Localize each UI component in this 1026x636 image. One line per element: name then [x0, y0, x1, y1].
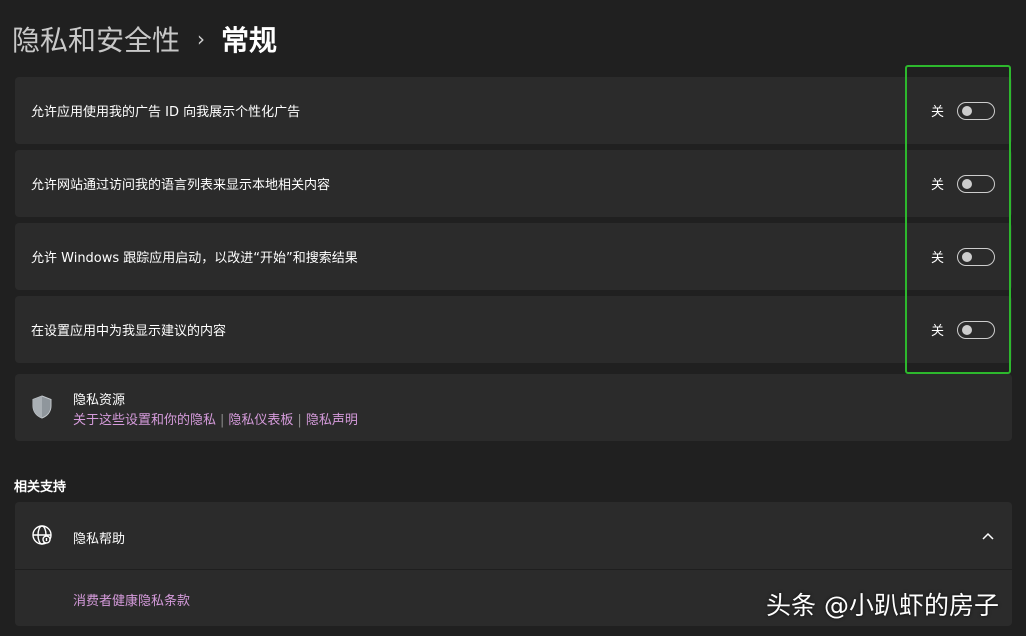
setting-row-suggested-content: 在设置应用中为我显示建议的内容 关	[15, 296, 1012, 363]
shield-icon	[32, 395, 52, 419]
personalized-ads-toggle[interactable]	[957, 101, 995, 120]
link-separator: |	[297, 413, 302, 428]
privacy-resources-title: 隐私资源	[73, 393, 126, 408]
chevron-up-icon[interactable]	[981, 529, 995, 543]
privacy-settings-link[interactable]: 关于这些设置和你的隐私	[73, 413, 216, 428]
consumer-health-privacy-link[interactable]: 消费者健康隐私条款	[73, 590, 190, 609]
toggle-state-label: 关	[931, 178, 945, 193]
toggle-state-label: 关	[931, 324, 945, 339]
privacy-dashboard-link[interactable]: 隐私仪表板	[228, 413, 293, 428]
privacy-resources-card: 隐私资源 关于这些设置和你的隐私 | 隐私仪表板 | 隐私声明	[15, 374, 1012, 441]
toggle-knob	[962, 178, 972, 189]
setting-row-language-list: 允许网站通过访问我的语言列表来显示本地相关内容 关	[15, 150, 1012, 217]
toggle-knob	[962, 251, 972, 262]
setting-label: 在设置应用中为我显示建议的内容	[31, 324, 227, 339]
language-list-toggle[interactable]	[957, 174, 995, 193]
setting-label: 允许网站通过访问我的语言列表来显示本地相关内容	[31, 178, 331, 193]
page-title: 常规	[221, 24, 278, 57]
privacy-statement-link[interactable]: 隐私声明	[306, 413, 358, 428]
link-separator: |	[220, 413, 225, 428]
app-launch-tracking-toggle[interactable]	[957, 247, 995, 266]
setting-row-personalized-ads: 允许应用使用我的广告 ID 向我展示个性化广告 关	[15, 77, 1012, 144]
toggle-knob	[962, 105, 972, 116]
setting-row-app-launch-tracking: 允许 Windows 跟踪应用启动，以改进“开始”和搜索结果 关	[15, 223, 1012, 290]
globe-icon	[32, 525, 52, 545]
setting-label: 允许 Windows 跟踪应用启动，以改进“开始”和搜索结果	[31, 251, 358, 266]
breadcrumb: 隐私和安全性 › 常规	[12, 18, 277, 60]
divider	[15, 569, 1012, 570]
toggle-state-label: 关	[931, 251, 945, 266]
privacy-help-label: 隐私帮助	[73, 532, 126, 547]
suggested-content-toggle[interactable]	[957, 320, 995, 339]
related-support-title: 相关支持	[14, 480, 67, 495]
setting-label: 允许应用使用我的广告 ID 向我展示个性化广告	[31, 105, 301, 120]
privacy-resources-links: 关于这些设置和你的隐私 | 隐私仪表板 | 隐私声明	[73, 409, 358, 428]
chevron-right-icon: ›	[197, 27, 206, 51]
toggle-state-label: 关	[931, 105, 945, 120]
toggle-knob	[962, 324, 972, 335]
privacy-help-header[interactable]: 隐私帮助	[15, 502, 1012, 569]
watermark-text: 头条 @小趴虾的房子	[766, 591, 999, 620]
breadcrumb-parent[interactable]: 隐私和安全性	[12, 19, 180, 59]
